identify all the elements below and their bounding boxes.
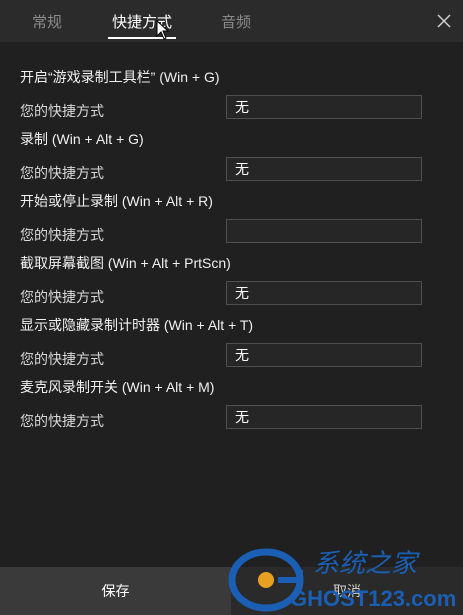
shortcut-title: 开启“游戏录制工具栏” (Win + G): [20, 69, 220, 85]
close-icon[interactable]: [435, 12, 453, 30]
shortcut-row-label: 您的快捷方式: [20, 351, 104, 367]
shortcut-row-label: 您的快捷方式: [20, 227, 104, 243]
shortcut-row-label: 您的快捷方式: [20, 413, 104, 429]
shortcut-record-that: 录制 (Win + Alt + G) 您的快捷方式: [0, 129, 463, 191]
tab-audio[interactable]: 音频: [221, 11, 251, 32]
shortcut-input[interactable]: [226, 157, 422, 181]
shortcut-title: 录制 (Win + Alt + G): [20, 131, 144, 147]
title-bar: 常规 快捷方式 音频: [0, 0, 463, 42]
shortcut-title: 显示或隐藏录制计时器 (Win + Alt + T): [20, 317, 254, 333]
mouse-cursor-icon: [156, 20, 170, 40]
shortcut-input[interactable]: [226, 219, 422, 243]
shortcut-input[interactable]: [226, 343, 422, 367]
save-button[interactable]: 保存: [0, 567, 231, 615]
shortcut-input[interactable]: [226, 281, 422, 305]
shortcut-title: 开始或停止录制 (Win + Alt + R): [20, 193, 213, 209]
shortcut-row-label: 您的快捷方式: [20, 103, 104, 119]
shortcut-title: 麦克风录制开关 (Win + Alt + M): [20, 379, 215, 395]
shortcut-open-game-bar: 开启“游戏录制工具栏” (Win + G) 您的快捷方式: [0, 67, 463, 129]
watermark-cn-text: 系统之家: [313, 549, 420, 578]
tab-general[interactable]: 常规: [32, 11, 62, 32]
shortcut-toggle-timer: 显示或隐藏录制计时器 (Win + Alt + T) 您的快捷方式: [0, 315, 463, 377]
site-watermark-logo: 系统之家 GHOST123.com: [228, 548, 456, 612]
shortcut-row-label: 您的快捷方式: [20, 165, 104, 181]
shortcut-row-label: 您的快捷方式: [20, 289, 104, 305]
shortcut-screenshot: 截取屏幕截图 (Win + Alt + PrtScn) 您的快捷方式: [0, 253, 463, 315]
shortcut-title: 截取屏幕截图 (Win + Alt + PrtScn): [20, 255, 231, 271]
shortcut-input[interactable]: [226, 405, 422, 429]
shortcut-start-stop-recording: 开始或停止录制 (Win + Alt + R) 您的快捷方式: [0, 191, 463, 253]
watermark-en-text: GHOST123.com: [290, 586, 456, 611]
shortcut-settings-panel: 开启“游戏录制工具栏” (Win + G) 您的快捷方式 录制 (Win + A…: [0, 42, 463, 567]
shortcut-input[interactable]: [226, 95, 422, 119]
shortcut-microphone: 麦克风录制开关 (Win + Alt + M) 您的快捷方式: [0, 377, 463, 439]
